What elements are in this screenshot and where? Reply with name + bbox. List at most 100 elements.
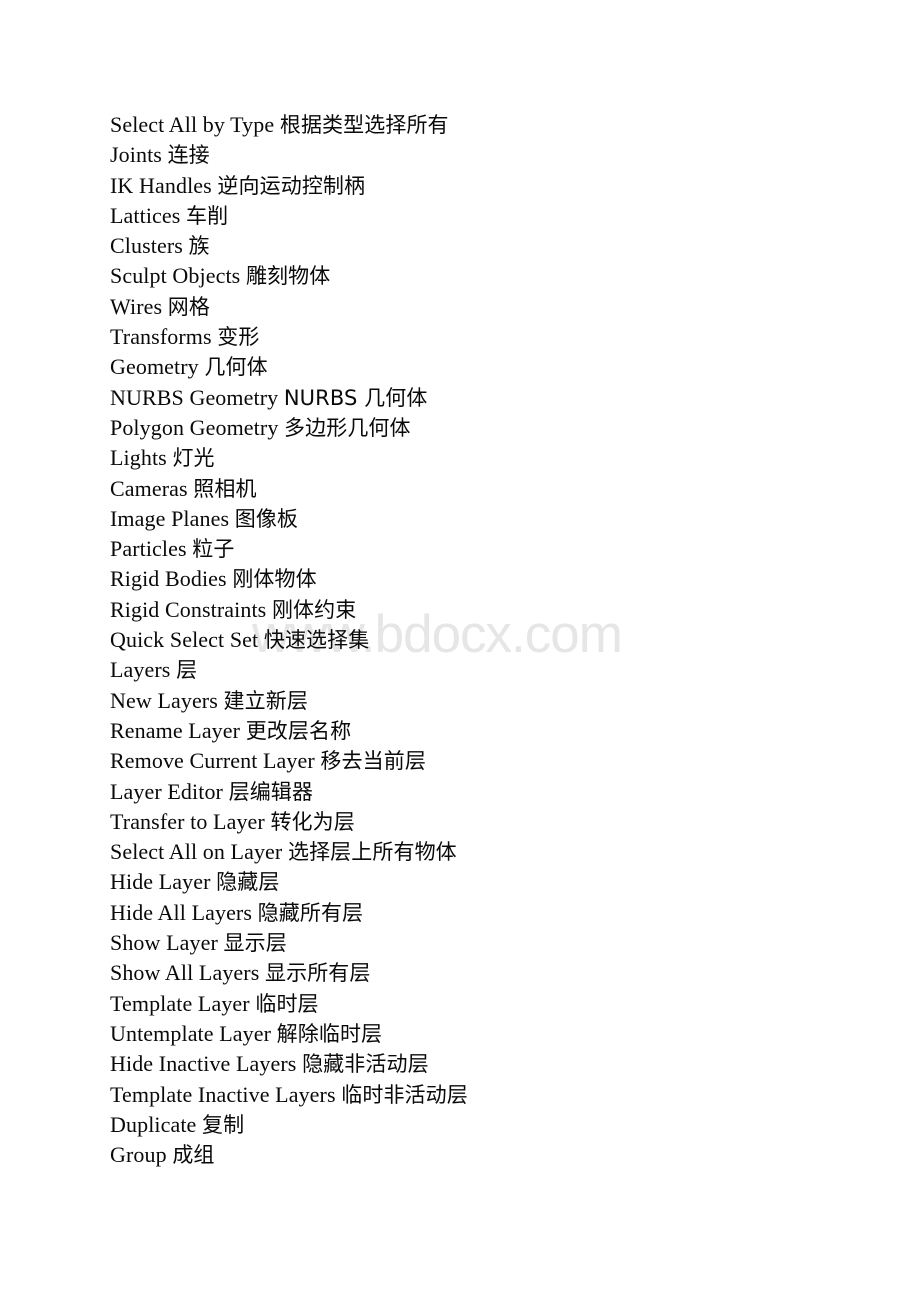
term-cn: 根据类型选择所有	[279, 113, 449, 137]
term-en: Polygon Geometry	[110, 414, 279, 440]
glossary-line: Template Inactive Layers 临时非活动层	[110, 1080, 870, 1110]
term-cn: NURBS 几何体	[283, 385, 428, 410]
document-page: www.bdocx.com Select All by Type 根据类型选择所…	[0, 0, 920, 1302]
term-cn: 刚体约束	[271, 597, 357, 622]
glossary-line: New Layers 建立新层	[110, 686, 870, 716]
term-cn: 照相机	[193, 476, 257, 501]
glossary-line: IK Handles 逆向运动控制柄	[110, 171, 870, 201]
term-cn: 快速选择集	[263, 628, 370, 653]
term-cn: 层	[176, 658, 198, 683]
term-cn: 复制	[202, 1112, 245, 1137]
term-cn: 选择层上所有物体	[287, 840, 457, 865]
term-en: Quick Select Set	[110, 627, 259, 653]
term-cn: 刚体物体	[232, 567, 317, 592]
term-en: Rename Layer	[110, 717, 241, 743]
glossary-line: Lights 灯光	[110, 443, 870, 473]
term-cn: 车削	[186, 203, 229, 228]
glossary-line: Template Layer 临时层	[110, 989, 870, 1019]
term-en: Hide All Layers	[110, 899, 253, 925]
glossary-line: Rename Layer 更改层名称	[110, 716, 870, 746]
term-cn: 雕刻物体	[245, 264, 331, 289]
glossary-line: Select All by Type 根据类型选择所有	[110, 110, 870, 140]
glossary-line: Untemplate Layer 解除临时层	[110, 1019, 870, 1049]
term-cn: 粒子	[192, 537, 235, 562]
term-cn: 显示层	[223, 931, 287, 956]
glossary-line: Select All on Layer 选择层上所有物体	[110, 837, 870, 867]
term-en: Duplicate	[110, 1111, 197, 1137]
term-en: Select All on Layer	[110, 839, 283, 865]
term-en: Joints	[110, 142, 162, 168]
glossary-line: Quick Select Set 快速选择集	[110, 625, 870, 655]
glossary-line: Transforms 变形	[110, 322, 870, 352]
glossary-line: Polygon Geometry 多边形几何体	[110, 413, 870, 443]
glossary-line: Layers 层	[110, 655, 870, 685]
term-en: Sculpt Objects	[110, 263, 241, 289]
term-en: Wires	[110, 293, 163, 319]
glossary-list: Select All by Type 根据类型选择所有 Joints 连接 IK H…	[110, 110, 870, 1170]
term-en: Template Inactive Layers	[110, 1081, 336, 1107]
term-en: IK Handles	[110, 172, 212, 198]
term-en: Lights	[110, 445, 167, 471]
term-cn: 解除临时层	[276, 1021, 383, 1046]
glossary-line: Show Layer 显示层	[110, 928, 870, 958]
glossary-line: Transfer to Layer 转化为层	[110, 807, 870, 837]
glossary-line: Joints 连接	[110, 140, 870, 170]
term-cn: 图像板	[234, 506, 299, 531]
glossary-line: Image Planes 图像板	[110, 504, 870, 534]
glossary-line: Lattices 车削	[110, 201, 870, 231]
glossary-line: Layer Editor 层编辑器	[110, 777, 870, 807]
term-en: Particles	[110, 536, 187, 562]
term-cn: 网格	[167, 294, 210, 319]
term-cn: 灯光	[172, 446, 215, 471]
term-cn: 建立新层	[223, 688, 308, 713]
glossary-line: NURBS Geometry NURBS 几何体	[110, 383, 870, 413]
term-en: Layers	[110, 657, 171, 683]
term-en: Group	[110, 1142, 167, 1168]
term-en: Lattices	[110, 202, 181, 228]
term-en: Template Layer	[110, 990, 250, 1016]
term-cn: 层编辑器	[228, 779, 313, 804]
term-cn: 变形	[217, 325, 260, 350]
glossary-line: Remove Current Layer 移去当前层	[110, 746, 870, 776]
glossary-line: Rigid Constraints 刚体约束	[110, 595, 870, 625]
term-cn: 临时非活动层	[341, 1082, 468, 1107]
glossary-line: Hide All Layers 隐藏所有层	[110, 898, 870, 928]
term-cn: 隐藏层	[216, 870, 280, 895]
glossary-line: Group 成组	[110, 1140, 870, 1170]
term-cn: 连接	[167, 143, 210, 168]
glossary-line: Show All Layers 显示所有层	[110, 958, 870, 988]
term-en: Geometry	[110, 354, 199, 380]
glossary-line: Clusters 族	[110, 231, 870, 261]
term-cn: 族	[188, 234, 210, 259]
term-en: Show Layer	[110, 930, 218, 956]
term-en: Rigid Bodies	[110, 566, 227, 592]
glossary-line: Cameras 照相机	[110, 474, 870, 504]
term-cn: 显示所有层	[265, 961, 371, 986]
glossary-line: Wires 网格	[110, 292, 870, 322]
term-en: Hide Inactive Layers	[110, 1051, 297, 1077]
term-en: Untemplate Layer	[110, 1020, 272, 1046]
glossary-line: Duplicate 复制	[110, 1110, 870, 1140]
term-en: Clusters	[110, 233, 183, 259]
term-cn: 成组	[172, 1143, 215, 1168]
glossary-line: Sculpt Objects 雕刻物体	[110, 261, 870, 291]
term-cn: 几何体	[204, 355, 268, 380]
term-en: NURBS Geometry	[110, 384, 279, 410]
glossary-line: Geometry 几何体	[110, 352, 870, 382]
term-en: New Layers	[110, 687, 218, 713]
term-en: Image Planes	[110, 505, 230, 531]
term-en: Show All Layers	[110, 960, 260, 986]
term-cn: 更改层名称	[245, 718, 352, 743]
term-cn: 转化为层	[270, 809, 355, 834]
term-en: Hide Layer	[110, 869, 211, 895]
term-en: Layer Editor	[110, 778, 223, 804]
term-en: Select All by Type	[110, 112, 275, 137]
term-cn: 隐藏所有层	[257, 900, 364, 925]
glossary-line: Rigid Bodies 刚体物体	[110, 564, 870, 594]
term-cn: 临时层	[255, 991, 319, 1016]
glossary-line: Hide Inactive Layers 隐藏非活动层	[110, 1049, 870, 1079]
glossary-line: Particles 粒子	[110, 534, 870, 564]
term-cn: 多边形几何体	[284, 415, 411, 440]
term-cn: 逆向运动控制柄	[217, 173, 366, 198]
term-en: Transfer to Layer	[110, 808, 265, 834]
